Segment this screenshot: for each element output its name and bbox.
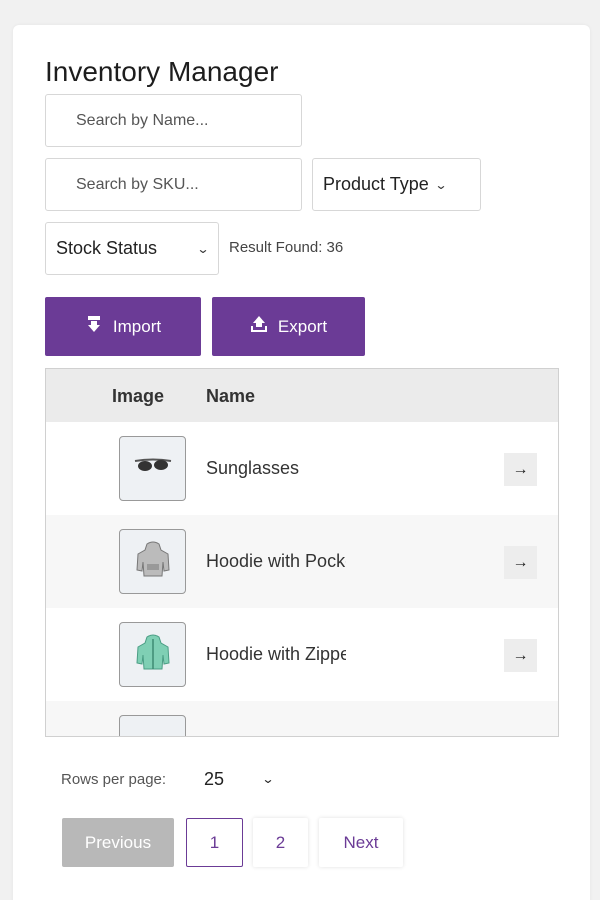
page-2-button[interactable]: 2 [253,818,308,867]
product-type-label: Product Type [323,174,429,194]
page-1-button[interactable]: 1 [186,818,243,867]
sunglasses-icon [133,456,173,481]
next-page-button[interactable]: Next [319,818,403,867]
row-action-button[interactable]: → [504,546,537,579]
chevron-down-icon: ⌄ [434,177,448,192]
previous-page-button[interactable]: Previous [62,818,174,867]
arrow-right-icon: → [512,646,529,664]
import-label: Import [112,316,162,336]
import-icon [85,315,103,338]
product-thumbnail[interactable] [119,715,186,736]
export-button[interactable]: Export [212,297,365,356]
arrow-right-icon: → [512,460,529,478]
table-row[interactable]: Hoodie with Zipper → [46,608,558,701]
products-table[interactable]: Image Name Sunglasses → Hoodie with Pock… [45,368,559,737]
search-by-name-input[interactable] [45,94,302,147]
product-thumbnail[interactable] [119,529,186,594]
search-by-sku-input[interactable] [45,158,302,211]
product-thumbnail[interactable] [119,436,186,501]
column-header-image: Image [112,386,165,406]
export-icon [250,315,268,338]
export-label: Export [277,316,328,336]
hoodie-pocket-icon [135,540,171,583]
result-count: Result Found: 36 [229,239,344,256]
table-row[interactable]: Sunglasses → [46,422,558,515]
table-row[interactable] [46,701,558,736]
row-action-button[interactable]: → [504,639,537,672]
stock-status-dropdown[interactable]: Stock Status ⌄ [45,222,219,275]
product-name: Sunglasses [206,458,300,478]
arrow-right-icon: → [512,553,529,571]
chevron-down-icon: ⌄ [196,241,210,256]
product-type-dropdown[interactable]: Product Type ⌄ [312,158,481,211]
table-row[interactable]: Hoodie with Pocket → [46,515,558,608]
column-header-name: Name [206,386,256,406]
product-name: Hoodie with Zipper [206,644,346,664]
table-header: Image Name [46,369,558,422]
chevron-down-icon[interactable]: ⌄ [261,772,274,786]
inventory-card: Inventory Manager Product Type ⌄ Stock S… [13,25,590,900]
stock-status-label: Stock Status [56,238,158,258]
rows-per-page-select[interactable]: 25 [204,769,224,790]
product-name: Hoodie with Pocket [206,551,346,571]
row-action-button[interactable]: → [504,453,537,486]
import-button[interactable]: Import [45,297,201,356]
page-title: Inventory Manager [45,56,279,87]
rows-per-page-label: Rows per page: [61,771,167,788]
product-thumbnail[interactable] [119,622,186,687]
hoodie-zipper-icon [135,633,171,676]
